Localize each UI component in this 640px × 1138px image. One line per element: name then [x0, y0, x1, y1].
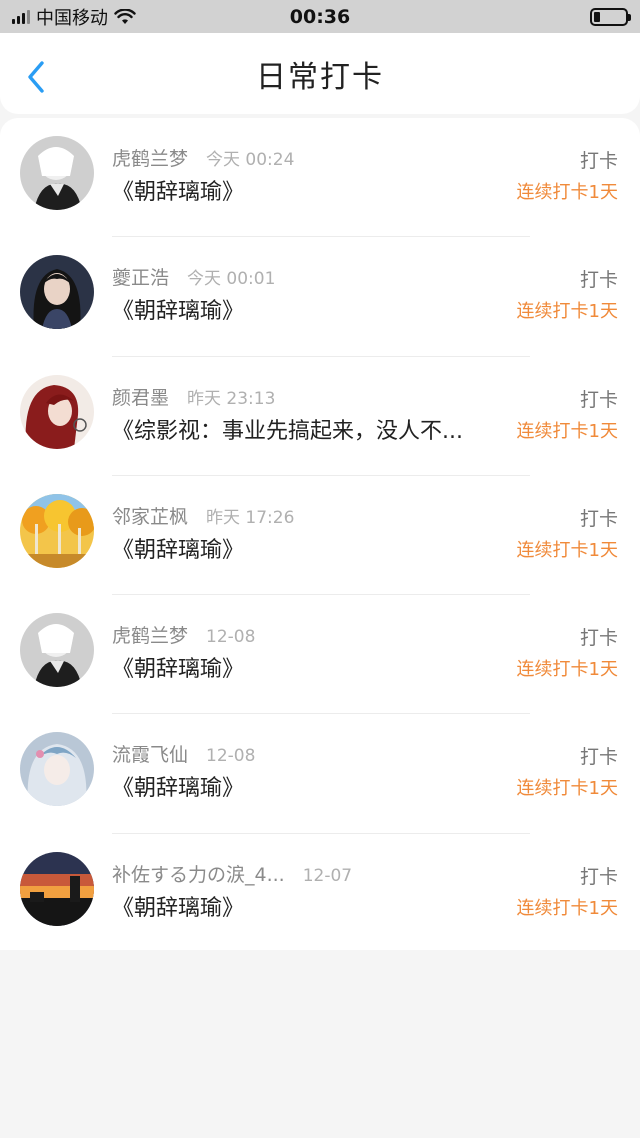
- row-meta: 虎鹤兰梦 今天 00:24: [112, 144, 294, 171]
- book-title[interactable]: 《朝辞璃瑜》: [112, 532, 504, 564]
- checkin-label: 打卡: [579, 150, 618, 172]
- pale-blue-girl-avatar: [20, 732, 94, 807]
- avatar[interactable]: [20, 613, 94, 688]
- checkin-label: 打卡: [579, 865, 618, 888]
- status-bar: 中国移动 00:36: [0, 0, 640, 33]
- chevron-left-icon: [28, 61, 44, 93]
- user-name[interactable]: 补佐する力の涙_4...: [112, 860, 285, 887]
- carrier-label: 中国移动: [36, 7, 108, 29]
- book-title[interactable]: 《综影视：事业先搞起来，没人不...: [112, 413, 504, 445]
- back-button[interactable]: [22, 59, 50, 95]
- user-name[interactable]: 夔正浩: [112, 263, 169, 290]
- avatar[interactable]: [20, 374, 94, 449]
- checkin-row[interactable]: 流霞飞仙 12-08 《朝辞璃瑜》 打卡 连续打卡1天: [0, 714, 640, 834]
- book-title[interactable]: 《朝辞璃瑜》: [112, 890, 504, 922]
- avatar[interactable]: [20, 732, 94, 807]
- avatar[interactable]: [20, 255, 94, 330]
- nav-header: 日常打卡: [0, 33, 640, 114]
- white-haired-figure-avatar: [20, 613, 94, 688]
- checkin-label: 打卡: [579, 507, 618, 530]
- white-haired-figure-avatar: [20, 136, 94, 210]
- checkin-row[interactable]: 邻家芷枫 昨天 17:26 《朝辞璃瑜》 打卡 连续打卡1天: [0, 476, 640, 596]
- signal-icon: [12, 9, 30, 24]
- streak-label: 连续打卡1天: [516, 659, 618, 681]
- checkin-row[interactable]: 虎鹤兰梦 12-08 《朝辞璃瑜》 打卡 连续打卡1天: [0, 595, 640, 715]
- checkin-time: 今天 00:24: [206, 150, 295, 170]
- streak-label: 连续打卡1天: [516, 301, 618, 323]
- checkin-time: 12-07: [302, 865, 353, 886]
- wifi-icon: [114, 8, 136, 24]
- book-title[interactable]: 《朝辞璃瑜》: [112, 293, 504, 325]
- sunset-sky-avatar: [20, 851, 94, 926]
- user-name[interactable]: 流霞飞仙: [112, 740, 188, 767]
- checkin-time: 12-08: [206, 627, 256, 648]
- autumn-trees-avatar: [20, 493, 94, 568]
- row-meta: 补佐する力の涙_4... 12-07: [112, 860, 352, 887]
- checkin-time: 12-08: [206, 746, 256, 767]
- checkin-row[interactable]: 补佐する力の涙_4... 12-07 《朝辞璃瑜》 打卡 连续打卡1天: [0, 834, 640, 953]
- checkin-time: 昨天 17:26: [206, 507, 295, 528]
- user-name[interactable]: 虎鹤兰梦: [112, 144, 188, 171]
- row-meta: 夔正浩 今天 00:01: [112, 263, 275, 290]
- checkin-row[interactable]: 夔正浩 今天 00:01 《朝辞璃瑜》 打卡 连续打卡1天: [0, 237, 640, 357]
- user-name[interactable]: 邻家芷枫: [112, 502, 188, 529]
- checkin-list: 虎鹤兰梦 今天 00:24 《朝辞璃瑜》 打卡 连续打卡1天 夔正浩 今天 00…: [0, 118, 640, 950]
- checkin-label: 打卡: [579, 627, 618, 650]
- checkin-label: 打卡: [579, 746, 618, 769]
- user-name[interactable]: 虎鹤兰梦: [112, 621, 188, 648]
- row-meta: 流霞飞仙 12-08: [112, 740, 255, 767]
- checkin-row[interactable]: 虎鹤兰梦 今天 00:24 《朝辞璃瑜》 打卡 连续打卡1天: [0, 118, 640, 238]
- red-haired-girl-avatar: [20, 374, 94, 449]
- streak-label: 连续打卡1天: [516, 182, 618, 203]
- streak-label: 连续打卡1天: [516, 539, 618, 561]
- row-meta: 虎鹤兰梦 12-08: [112, 621, 255, 648]
- row-meta: 邻家芷枫 昨天 17:26: [112, 502, 294, 529]
- avatar[interactable]: [20, 493, 94, 568]
- streak-label: 连续打卡1天: [516, 778, 618, 800]
- avatar[interactable]: [20, 851, 94, 926]
- streak-label: 连续打卡1天: [516, 897, 618, 919]
- checkin-time: 今天 00:01: [187, 269, 276, 290]
- checkin-label: 打卡: [579, 269, 618, 292]
- book-title[interactable]: 《朝辞璃瑜》: [112, 770, 504, 802]
- status-left: 中国移动: [12, 4, 136, 30]
- streak-label: 连续打卡1天: [516, 420, 618, 442]
- book-title[interactable]: 《朝辞璃瑜》: [112, 651, 504, 683]
- avatar[interactable]: [20, 136, 94, 210]
- checkin-time: 昨天 23:13: [187, 388, 276, 409]
- dark-haired-girl-avatar: [20, 255, 94, 330]
- user-name[interactable]: 颜君墨: [112, 383, 169, 410]
- book-title[interactable]: 《朝辞璃瑜》: [112, 174, 504, 206]
- checkin-label: 打卡: [579, 388, 618, 411]
- page-title: 日常打卡: [256, 59, 384, 95]
- checkin-row[interactable]: 颜君墨 昨天 23:13 《综影视：事业先搞起来，没人不... 打卡 连续打卡1…: [0, 357, 640, 476]
- battery-icon: [590, 7, 631, 26]
- row-meta: 颜君墨 昨天 23:13: [112, 383, 275, 410]
